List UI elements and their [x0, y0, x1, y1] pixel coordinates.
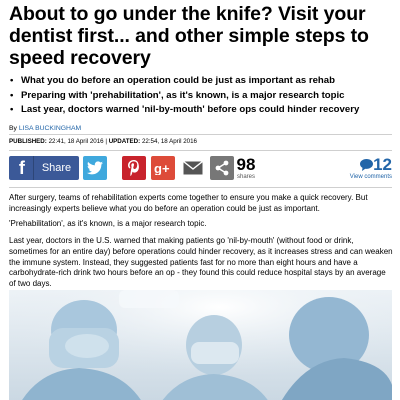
article-paragraph: 'Prehabilitation', as it's known, is a m…: [9, 219, 207, 228]
comments-label: View comments: [349, 174, 392, 180]
share-count-number: 98: [236, 155, 256, 174]
pinterest-share-button[interactable]: [122, 156, 146, 180]
facebook-icon: f: [11, 156, 34, 180]
comment-icon: [360, 159, 374, 171]
facebook-share-button[interactable]: f Share: [9, 156, 79, 180]
surgeons-photo: [9, 290, 392, 400]
updated-label: UPDATED:: [108, 138, 141, 145]
byline: By LISA BUCKINGHAM: [9, 125, 81, 132]
divider: [9, 187, 392, 188]
byline-prefix: By: [9, 125, 17, 132]
google-plus-icon: g+: [154, 161, 170, 175]
svg-text:g+: g+: [154, 161, 170, 175]
highlight-item: • Last year, doctors warned 'nil-by-mouth…: [9, 103, 397, 118]
share-count: 98 shares: [233, 155, 259, 181]
author-link[interactable]: LISA BUCKINGHAM: [19, 125, 81, 132]
comments-link[interactable]: 12 View comments: [349, 155, 392, 181]
google-plus-share-button[interactable]: g+: [151, 156, 175, 180]
share-icon: [215, 160, 229, 176]
facebook-share-label: Share: [41, 162, 72, 174]
article-highlights: • What you do before an operation could b…: [9, 74, 397, 118]
date-separator: |: [105, 138, 107, 145]
highlight-text: What you do before an operation could be…: [21, 75, 335, 86]
article-page: About to go under the knife? Visit your …: [0, 0, 400, 400]
publish-dates: PUBLISHED: 22:41, 18 April 2016 | UPDATE…: [9, 138, 197, 145]
share-count-label: shares: [236, 174, 255, 180]
published-label: PUBLISHED:: [9, 138, 47, 145]
bullet-icon: •: [10, 89, 14, 101]
highlight-item: • What you do before an operation could b…: [9, 74, 397, 89]
bullet-icon: •: [10, 104, 14, 115]
updated-date: 22:54, 18 April 2016: [141, 138, 197, 145]
comments-count: 12: [373, 155, 392, 174]
published-date: 22:41, 18 April 2016: [48, 138, 104, 145]
email-share-button[interactable]: [181, 156, 205, 180]
twitter-share-button[interactable]: [83, 156, 107, 180]
pinterest-icon: [128, 160, 139, 176]
highlight-text: Last year, doctors warned 'nil-by-mouth'…: [21, 104, 360, 115]
more-share-button[interactable]: [210, 156, 234, 180]
email-icon: [183, 161, 203, 175]
twitter-icon: [87, 161, 103, 175]
article-headline: About to go under the knife? Visit your …: [9, 3, 369, 69]
divider: [9, 150, 392, 151]
article-paragraph: After surgery, teams of rehabilitation e…: [9, 193, 368, 213]
divider: [9, 134, 392, 135]
highlight-item: • Preparing with 'prehabilitation', as it…: [9, 89, 397, 104]
article-paragraph: Last year, doctors in the U.S. warned th…: [9, 236, 393, 289]
bullet-icon: •: [10, 75, 14, 86]
article-photo: [9, 290, 392, 400]
share-bar: f Share g+ 98 shares 12 View comments: [9, 156, 392, 183]
highlight-text: Preparing with 'prehabilitation', as it'…: [21, 89, 345, 101]
